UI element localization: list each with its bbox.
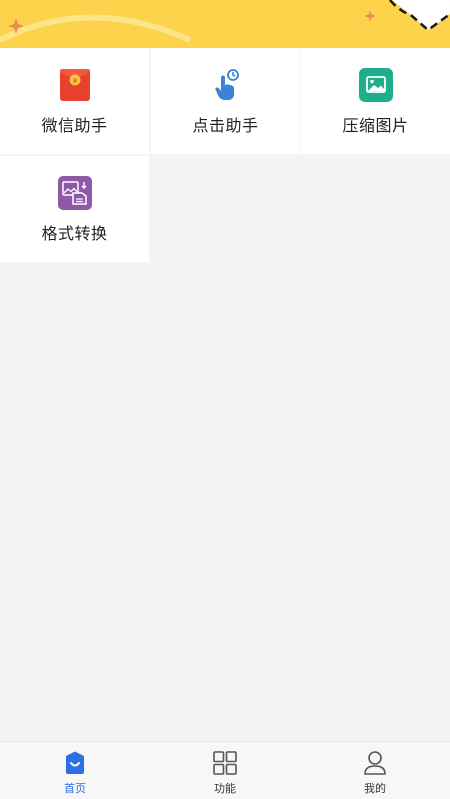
nav-item-profile[interactable]: 我的 [300,742,450,799]
home-bag-icon [66,751,84,774]
nav-item-functions[interactable]: 功能 [150,742,300,799]
feature-tile-click-assistant[interactable]: 点击助手 [151,48,300,154]
header-banner [0,0,450,48]
feature-label: 压缩图片 [342,116,409,135]
bottom-nav: 首页 功能 我的 [0,741,450,799]
nav-item-home[interactable]: 首页 [0,742,150,799]
feature-label: 格式转换 [41,224,108,243]
feature-tile-wechat-assistant[interactable]: ¥ 微信助手 [0,48,149,154]
nav-label-functions: 功能 [214,782,236,795]
convert-file-icon [57,176,92,210]
image-icon [358,68,393,102]
nav-label-home: 首页 [64,782,86,795]
banner-decoration [0,0,450,48]
feature-label: 点击助手 [192,116,259,135]
user-icon [364,751,386,775]
feature-tile-format-convert[interactable]: 格式转换 [0,156,149,262]
grid-icon [213,751,237,775]
nav-label-profile: 我的 [364,782,386,795]
feature-label: 微信助手 [41,116,108,135]
svg-text:¥: ¥ [72,77,77,85]
red-envelope-icon: ¥ [58,68,92,102]
feature-tile-compress-image[interactable]: 压缩图片 [301,48,450,154]
tap-hand-icon [209,68,243,102]
